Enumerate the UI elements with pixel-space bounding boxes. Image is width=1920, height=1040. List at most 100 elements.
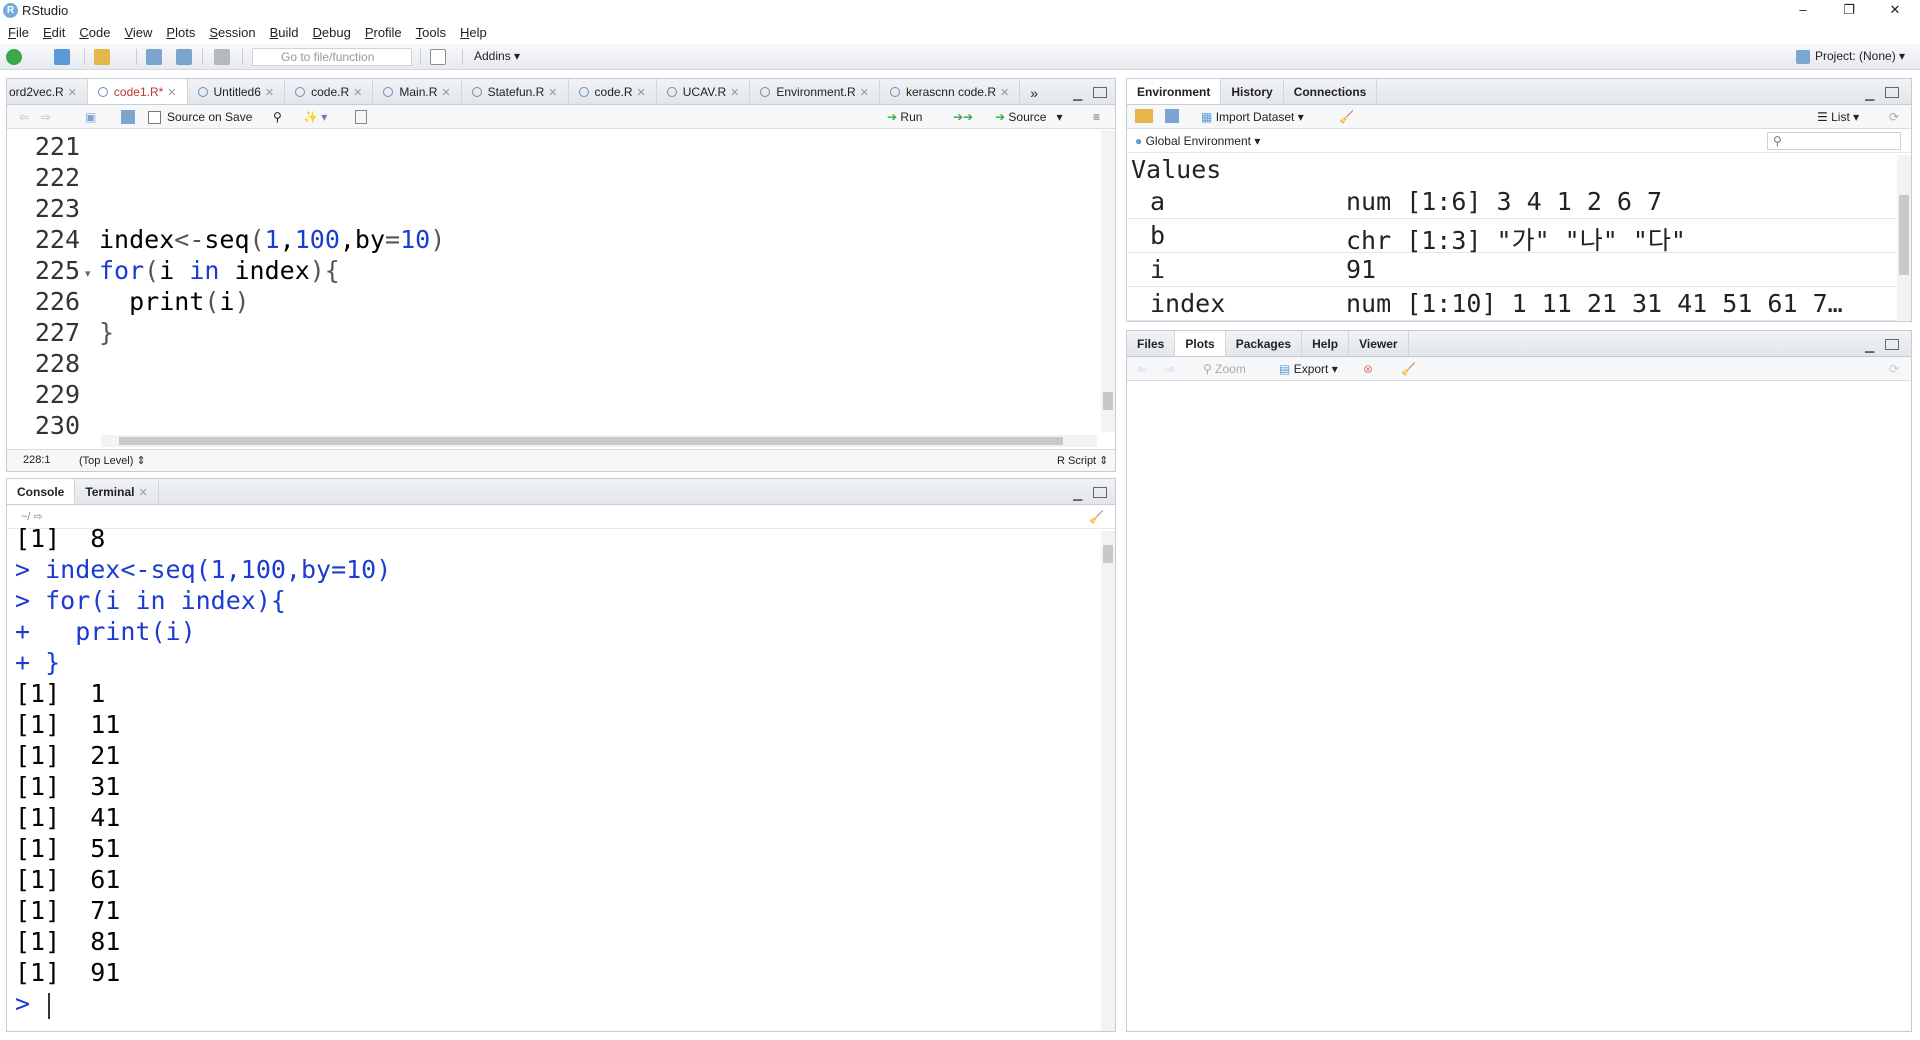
open-file-icon[interactable] [94,49,110,65]
maximize-pane-icon[interactable] [1885,339,1899,350]
close-tab-icon[interactable]: ✕ [730,87,739,99]
editor-tab-active[interactable]: code1.R* ✕ [87,79,188,104]
document-outline-icon[interactable] [355,110,367,124]
clear-plots-icon[interactable]: 🧹 [1401,362,1416,376]
close-tab-icon[interactable]: ✕ [68,87,77,99]
menu-profile[interactable]: Profile [357,22,408,40]
save-icon[interactable] [121,110,135,124]
back-arrow-icon[interactable]: ⇦ [19,110,29,124]
magic-wand-icon[interactable]: ✨ ▾ [303,110,327,124]
menu-build[interactable]: Build [262,22,305,40]
rerun-icon[interactable]: ➔➔ [953,110,973,124]
menu-debug[interactable]: Debug [305,22,357,40]
remove-plot-icon[interactable]: ⊗ [1363,362,1373,376]
env-row[interactable]: i 91 [1128,253,1896,287]
close-tab-icon[interactable]: ✕ [441,87,450,99]
maximize-pane-icon[interactable] [1093,87,1107,98]
show-in-window-icon[interactable]: ▣ [85,110,96,124]
close-tab-icon[interactable]: ✕ [265,87,274,99]
save-all-icon[interactable] [176,49,192,65]
editor-tab[interactable]: Environment.R ✕ [750,79,880,104]
go-to-file-input[interactable]: Go to file/function [252,48,412,66]
addins-menu[interactable]: Addins ▾ [474,49,520,63]
new-file-icon[interactable] [6,49,22,65]
grid-layout-icon[interactable] [430,49,446,65]
minimize-pane-icon[interactable]: ▁ [1865,87,1874,101]
menu-file[interactable]: File [0,22,35,40]
close-tab-icon[interactable]: ✕ [637,87,646,99]
menu-help[interactable]: Help [452,22,493,40]
minimize-button[interactable]: – [1780,0,1826,22]
close-tab-icon[interactable]: ✕ [353,87,362,99]
restore-button[interactable]: ❐ [1826,0,1872,22]
editor-vertical-scrollbar[interactable] [1101,130,1115,432]
env-row[interactable]: a num [1:6] 3 4 1 2 6 7 [1128,185,1896,219]
save-icon[interactable] [146,49,162,65]
menu-tools[interactable]: Tools [408,22,452,40]
minimize-pane-icon[interactable]: ▁ [1073,87,1082,101]
fold-toggle-icon[interactable]: ▾ [85,267,91,280]
zoom-button[interactable]: ⚲ Zoom [1203,362,1246,376]
close-tab-icon[interactable]: ✕ [860,87,869,99]
project-menu[interactable]: Project: (None) ▾ [1815,49,1905,63]
environment-scope-selector[interactable]: ● Global Environment ▾ [1135,134,1260,148]
tab-help[interactable]: Help [1302,331,1350,356]
scope-selector[interactable]: (Top Level) ⇕ [79,454,146,467]
menu-code[interactable]: Code [71,22,116,40]
console-vertical-scrollbar[interactable] [1101,531,1115,1031]
close-tab-icon[interactable]: ✕ [1000,87,1009,99]
close-tab-icon[interactable]: ✕ [138,487,147,499]
source-button[interactable]: ➔ Source ▾ [995,110,1062,124]
tab-connections[interactable]: Connections [1284,79,1378,104]
scroll-thumb[interactable] [1899,195,1909,275]
tab-plots[interactable]: Plots [1175,331,1226,356]
outline-icon[interactable]: ≡ [1093,110,1100,124]
load-workspace-icon[interactable] [1135,109,1153,123]
close-tab-icon[interactable]: ✕ [167,87,176,99]
print-icon[interactable] [214,49,230,65]
source-on-save-checkbox[interactable] [148,111,161,124]
menu-session[interactable]: Session [201,22,261,40]
editor-tab[interactable]: code.R ✕ [569,79,657,104]
tab-history[interactable]: History [1221,79,1284,104]
file-type-selector[interactable]: R Script ⇕ [1057,454,1108,467]
go-to-directory-icon[interactable]: ⇨ [34,511,43,523]
editor-tab[interactable]: code.R ✕ [285,79,374,104]
minimize-pane-icon[interactable]: ▁ [1073,487,1082,501]
save-workspace-icon[interactable] [1165,109,1179,123]
refresh-icon[interactable]: ⟳ [1889,110,1899,124]
editor-tab[interactable]: UCAV.R ✕ [657,79,751,104]
close-tab-icon[interactable]: ✕ [548,87,557,99]
import-dataset-button[interactable]: ▦ Import Dataset ▾ [1201,110,1304,124]
scroll-thumb[interactable] [1103,545,1113,563]
tab-environment[interactable]: Environment [1127,79,1222,104]
menu-edit[interactable]: Edit [35,22,71,40]
clear-console-icon[interactable]: 🧹 [1089,510,1104,524]
minimize-pane-icon[interactable]: ▁ [1865,339,1874,353]
export-menu[interactable]: ▤ Export ▾ [1279,362,1338,376]
editor-tab[interactable]: kerascnn code.R ✕ [880,79,1021,104]
clear-objects-icon[interactable]: 🧹 [1339,110,1354,124]
editor-tab[interactable]: ord2vec.R ✕ [7,79,88,104]
code-editor[interactable]: index<-seq(1,100,by=10) for(i in index){… [99,132,1089,452]
menu-plots[interactable]: Plots [158,22,201,40]
view-mode-menu[interactable]: ☰ List ▾ [1817,110,1859,124]
previous-plot-icon[interactable]: ⇦ [1137,362,1147,376]
more-tabs-icon[interactable]: » [1020,79,1048,104]
environment-search-input[interactable]: ⚲ [1767,132,1901,150]
tab-terminal[interactable]: Terminal ✕ [75,479,159,504]
close-button[interactable]: ✕ [1872,0,1918,22]
search-icon[interactable]: ⚲ [273,110,282,124]
env-row[interactable]: b chr [1:3] "가" "나" "다" [1128,219,1896,255]
editor-tab[interactable]: Main.R ✕ [373,79,462,104]
tab-console[interactable]: Console [7,479,76,504]
forward-arrow-icon[interactable]: ⇨ [41,110,51,124]
tab-viewer[interactable]: Viewer [1349,331,1409,356]
env-row[interactable]: index num [1:10] 1 11 21 31 41 51 61 7… [1128,287,1896,321]
editor-tab[interactable]: Statefun.R ✕ [462,79,569,104]
tab-files[interactable]: Files [1127,331,1176,356]
next-plot-icon[interactable]: ⇨ [1165,362,1175,376]
tab-packages[interactable]: Packages [1226,331,1303,356]
menu-view[interactable]: View [116,22,158,40]
new-project-icon[interactable] [54,49,70,65]
